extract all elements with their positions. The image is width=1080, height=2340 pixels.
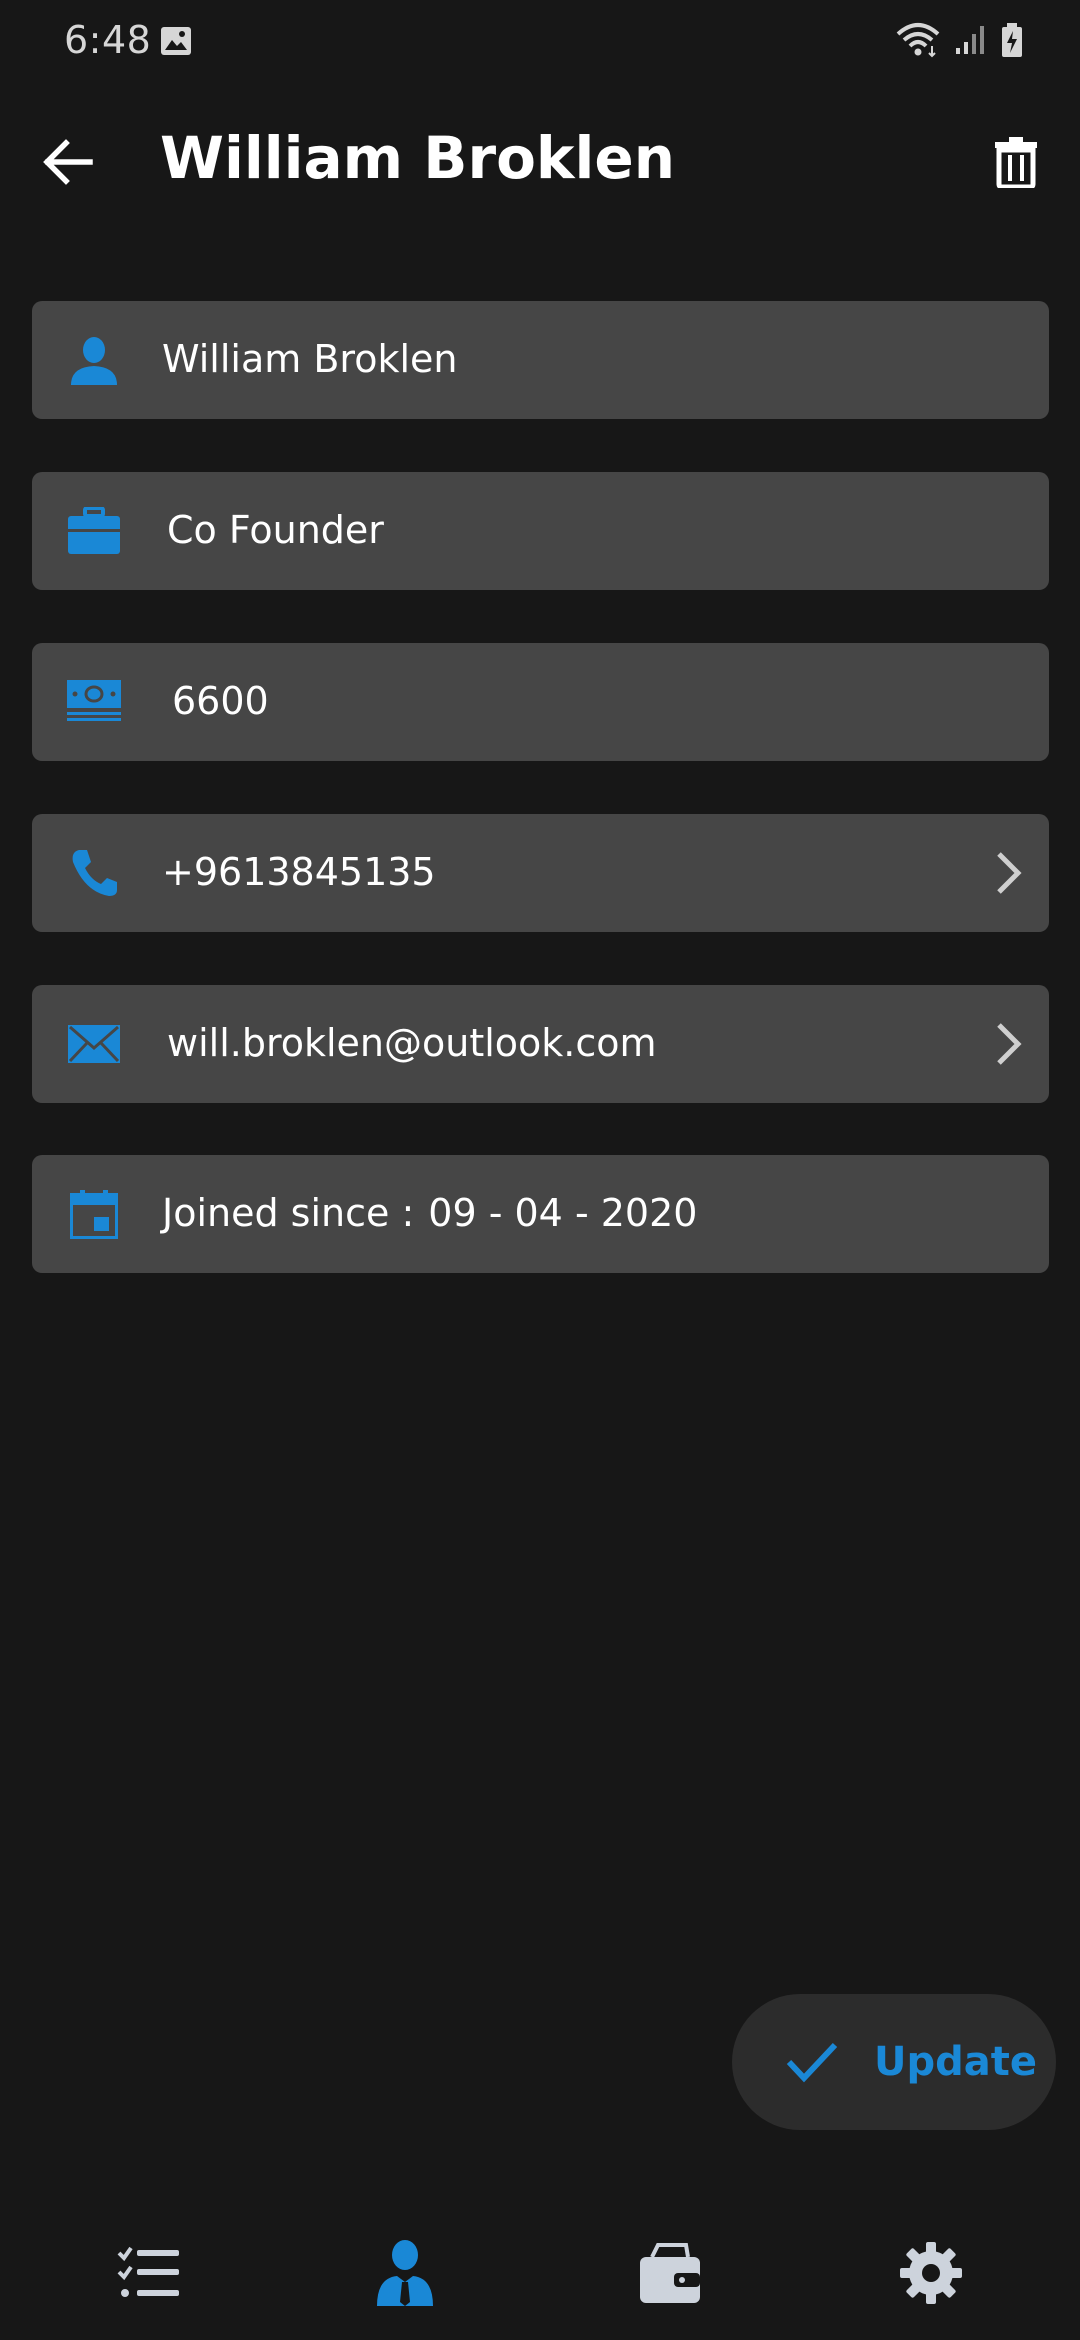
email-value: will.broklen@outlook.com [167, 1021, 657, 1065]
status-icons [896, 22, 1024, 62]
employee-icon [375, 2240, 435, 2310]
mail-icon [66, 1019, 122, 1069]
check-icon [784, 2034, 840, 2090]
salary-value: 6600 [172, 679, 269, 723]
salary-field[interactable]: 6600 [32, 643, 1049, 761]
joined-text: Joined since : 09 - 04 - 2020 [162, 1191, 697, 1235]
arrow-back-icon [42, 138, 94, 190]
nav-tasks[interactable] [104, 2230, 194, 2320]
chevron-right-icon[interactable] [989, 848, 1029, 898]
position-value: Co Founder [167, 508, 384, 552]
wifi-icon [896, 22, 940, 62]
phone-value: +9613845135 [162, 850, 436, 894]
calendar-icon [66, 1189, 122, 1239]
employee-detail-screen: 6:48 William Broklen William Broklen Co … [0, 0, 1080, 2340]
name-field[interactable]: William Broklen [32, 301, 1049, 419]
status-time: 6:48 [64, 18, 152, 62]
briefcase-icon [66, 506, 122, 556]
gear-icon [899, 2241, 963, 2309]
name-value: William Broklen [162, 337, 458, 381]
nav-settings[interactable] [886, 2230, 976, 2320]
app-bar: William Broklen [0, 110, 1080, 220]
battery-icon [1000, 22, 1024, 62]
nav-wallet[interactable] [625, 2230, 715, 2320]
joined-date-value: 09 - 04 - 2020 [428, 1191, 698, 1235]
money-icon [66, 677, 122, 727]
position-field[interactable]: Co Founder [32, 472, 1049, 590]
joined-date-field[interactable]: Joined since : 09 - 04 - 2020 [32, 1155, 1049, 1273]
joined-label: Joined since : [162, 1191, 415, 1235]
wallet-icon [638, 2241, 702, 2309]
page-title: William Broklen [160, 124, 676, 192]
person-icon [66, 335, 122, 385]
bottom-navigation [0, 2210, 1080, 2340]
chevron-right-icon[interactable] [989, 1019, 1029, 1069]
phone-icon [66, 848, 122, 898]
update-label: Update [874, 2039, 1037, 2085]
email-field[interactable]: will.broklen@outlook.com [32, 985, 1049, 1103]
delete-button[interactable] [984, 130, 1048, 198]
trash-icon [994, 136, 1038, 192]
back-button[interactable] [36, 132, 100, 196]
nav-employees[interactable] [360, 2230, 450, 2320]
image-icon [160, 26, 192, 60]
checklist-icon [117, 2245, 181, 2305]
phone-field[interactable]: +9613845135 [32, 814, 1049, 932]
update-button[interactable]: Update [732, 1994, 1056, 2130]
status-bar: 6:48 [0, 0, 1080, 84]
signal-icon [954, 24, 986, 60]
